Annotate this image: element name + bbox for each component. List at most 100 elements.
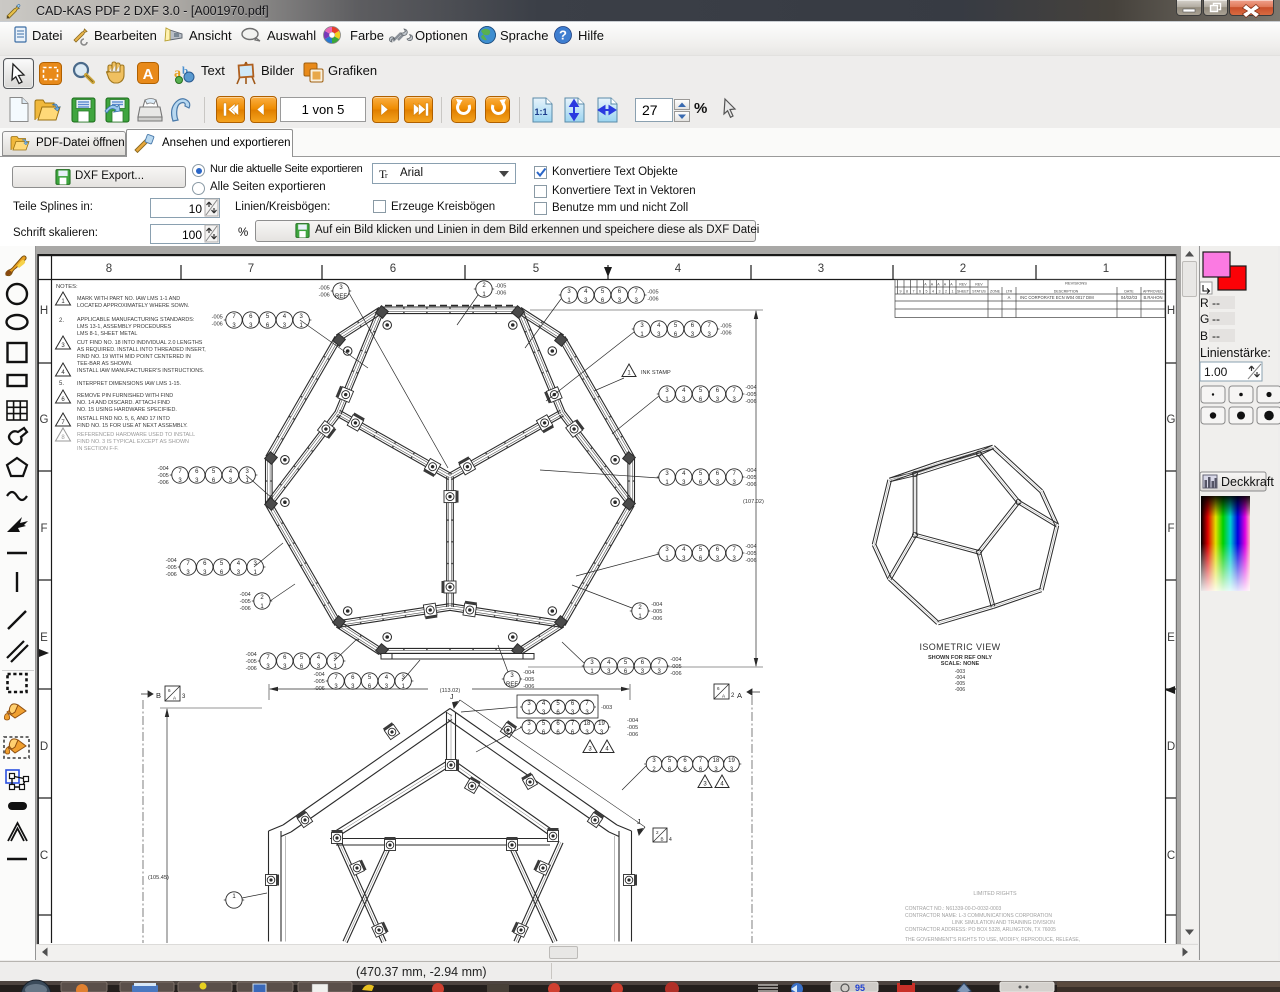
svg-text:-006: -006: [240, 606, 251, 612]
svg-text:-006: -006: [647, 296, 658, 302]
svg-text:95: 95: [855, 983, 865, 992]
svg-text:-004: -004: [627, 718, 638, 724]
svg-text:G: G: [1167, 414, 1176, 426]
svg-text:-004: -004: [314, 672, 325, 678]
svg-text:ISOMETRIC VIEW: ISOMETRIC VIEW: [919, 642, 1000, 652]
svg-text:MARK WITH PART NO. IAW LMS 1-1: MARK WITH PART NO. IAW LMS 1-1 AND: [77, 296, 180, 302]
svg-text:REV: REV: [975, 283, 983, 287]
svg-text:-004: -004: [745, 385, 756, 391]
svg-text:AS REQUIRED. INSTALL INTO THRE: AS REQUIRED. INSTALL INTO THREADED INSER…: [77, 347, 206, 353]
svg-text:-003: -003: [601, 705, 612, 711]
svg-text:H: H: [1167, 305, 1175, 317]
svg-text:-004: -004: [670, 657, 681, 663]
svg-text:4: 4: [669, 837, 672, 843]
svg-text:-006: -006: [246, 666, 257, 672]
svg-text:FIND NO. 19 WITH MID POINT CEN: FIND NO. 19 WITH MID POINT CENTERED IN: [77, 354, 191, 360]
svg-text:1:1: 1:1: [534, 107, 547, 117]
svg-text:-006: -006: [166, 572, 177, 578]
svg-text:NOTES:: NOTES:: [56, 284, 78, 290]
svg-text:-006: -006: [319, 292, 330, 298]
svg-text:INTERPRET DIMENSIONS IAW LMS 1: INTERPRET DIMENSIONS IAW LMS 1-15.: [77, 381, 181, 387]
svg-text:2: 2: [945, 290, 947, 294]
svg-text:5: 5: [533, 263, 539, 275]
svg-text:LOCATED APPROXIMATELY WHERE SO: LOCATED APPROXIMATELY WHERE SOWN.: [77, 303, 189, 309]
svg-text:IN SECTION F-F.: IN SECTION F-F.: [77, 446, 119, 452]
svg-text:-005: -005: [651, 609, 662, 615]
svg-text:-005: -005: [647, 290, 658, 296]
svg-text:3: 3: [939, 290, 941, 294]
svg-text:B.RAHON: B.RAHON: [1143, 295, 1162, 300]
svg-text:-005: -005: [495, 284, 506, 290]
svg-text:2: 2: [656, 830, 659, 835]
svg-text:-005: -005: [720, 324, 731, 330]
svg-text:6: 6: [390, 263, 396, 275]
svg-text:REVISIONS: REVISIONS: [1065, 281, 1087, 286]
svg-text:8: 8: [906, 290, 908, 294]
svg-text:18: 18: [584, 721, 591, 727]
svg-text:-005: -005: [745, 551, 756, 557]
svg-text:TEE-BAR AS SHOWN.: TEE-BAR AS SHOWN.: [77, 361, 132, 367]
svg-text:-005: -005: [212, 315, 223, 321]
svg-text:-004: -004: [158, 466, 169, 472]
svg-text:-004: -004: [651, 602, 662, 608]
svg-text:-006: -006: [651, 616, 662, 622]
svg-text:J: J: [637, 819, 641, 826]
svg-text:LTR: LTR: [1006, 290, 1013, 294]
svg-text:-006: -006: [212, 321, 223, 327]
svg-text:-005: -005: [523, 677, 534, 683]
svg-text:-004: -004: [745, 544, 756, 550]
svg-text:6: 6: [919, 290, 921, 294]
svg-text:A: A: [143, 66, 154, 83]
svg-text:-005: -005: [158, 473, 169, 479]
svg-text:2: 2: [960, 263, 966, 275]
svg-text:19: 19: [728, 758, 735, 764]
svg-text:--: --: [1212, 296, 1220, 310]
svg-text:6: 6: [168, 688, 171, 693]
svg-text:-005: -005: [319, 286, 330, 292]
svg-text:-005: -005: [246, 659, 257, 665]
svg-text:-006: -006: [670, 671, 681, 677]
svg-text:-005: -005: [745, 475, 756, 481]
svg-text:CUT FIND NO. 18 INTO INDIVIDUA: CUT FIND NO. 18 INTO INDIVIDUAL 2.0 LENG…: [77, 340, 203, 346]
svg-text:G: G: [1200, 312, 1209, 326]
svg-text:-005: -005: [166, 565, 177, 571]
svg-text:7: 7: [248, 263, 254, 275]
svg-text:1: 1: [1103, 263, 1109, 275]
svg-text:-006: -006: [745, 399, 756, 405]
svg-text:REF: REF: [335, 294, 347, 300]
svg-text:--: --: [1212, 312, 1220, 326]
svg-text:APPLICABLE MANUFACTURING STAND: APPLICABLE MANUFACTURING STANDARDS:: [77, 317, 194, 323]
svg-text:F: F: [40, 523, 47, 535]
svg-text:THE GOVERNMENT'S RIGHTS TO USE: THE GOVERNMENT'S RIGHTS TO USE, MODIFY, …: [905, 937, 1080, 943]
svg-text:-004: -004: [246, 652, 257, 658]
svg-text:-004: -004: [166, 558, 177, 564]
svg-text:NO. 14 AND DISCARD. ATTACH FIN: NO. 14 AND DISCARD. ATTACH FIND: [77, 400, 170, 406]
svg-text:CONTRACTOR NAME: L-3 COMMUNICA: CONTRACTOR NAME: L-3 COMMUNICATIONS CORP…: [905, 913, 1052, 919]
svg-text:SHEET: SHEET: [957, 290, 970, 294]
svg-text:REF: REF: [506, 682, 518, 688]
svg-text:04/02/03: 04/02/03: [1121, 295, 1138, 300]
svg-text:E: E: [1167, 632, 1175, 644]
svg-text:H: H: [40, 305, 48, 317]
svg-text:REFERENCED HARDWARE USED TO IN: REFERENCED HARDWARE USED TO INSTALL: [77, 432, 195, 438]
svg-text:-004: -004: [745, 468, 756, 474]
svg-text:F: F: [1167, 523, 1174, 535]
svg-text:LMS 13-1, ASSEMBLY PROCEDURES: LMS 13-1, ASSEMBLY PROCEDURES: [77, 324, 172, 330]
svg-text:1: 1: [952, 290, 954, 294]
svg-text:5: 5: [926, 290, 928, 294]
svg-text:APPROVED: APPROVED: [1143, 290, 1163, 294]
svg-text:B: B: [156, 691, 161, 700]
svg-text:REMOVE PIN FURNISHED WITH FIND: REMOVE PIN FURNISHED WITH FIND: [77, 393, 173, 399]
svg-text:-005: -005: [627, 725, 638, 731]
svg-text:?: ?: [559, 28, 567, 43]
svg-text:STATUS: STATUS: [972, 290, 986, 294]
svg-text:FIND NO. 3 IS TYPICAL EXCEPT A: FIND NO. 3 IS TYPICAL EXCEPT AS SHOWN: [77, 439, 189, 445]
svg-text:6: 6: [717, 686, 720, 691]
svg-text:B: B: [1200, 329, 1208, 343]
svg-text:4: 4: [932, 290, 934, 294]
svg-text:-006: -006: [158, 480, 169, 486]
svg-text:-006: -006: [627, 732, 638, 738]
svg-text:-005: -005: [314, 679, 325, 685]
svg-text:5.: 5.: [59, 381, 64, 387]
svg-text:DESCRIPTION: DESCRIPTION: [1054, 290, 1079, 294]
